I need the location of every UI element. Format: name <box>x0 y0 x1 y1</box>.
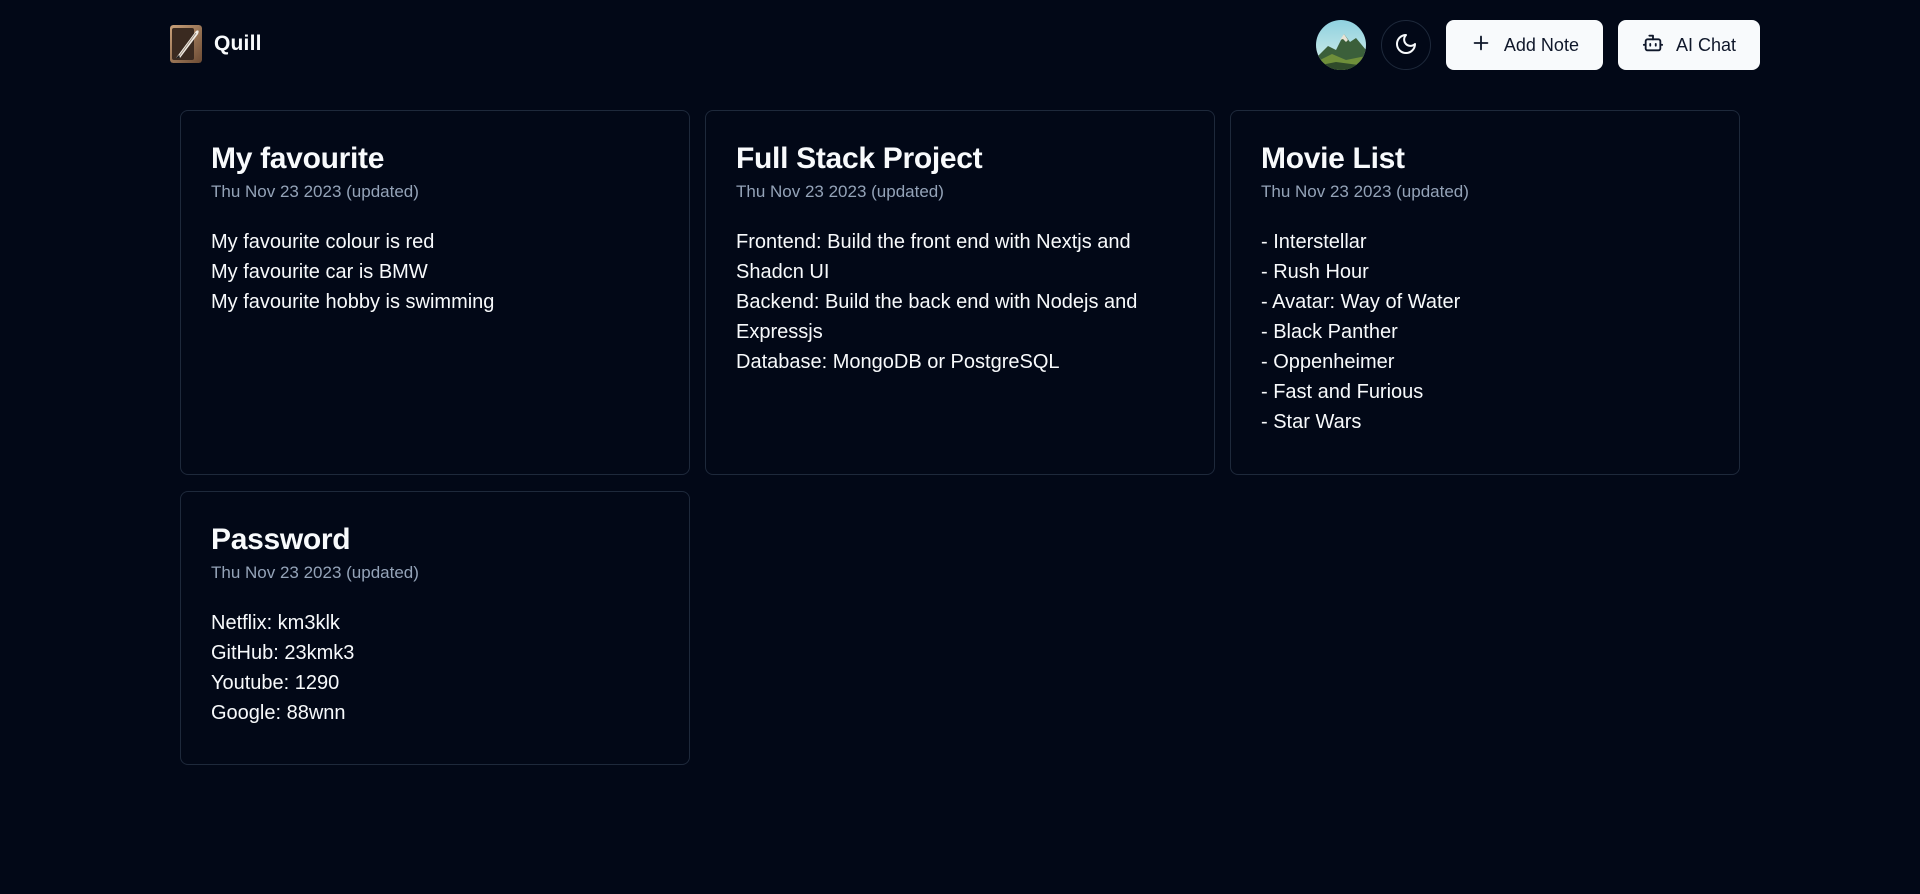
note-line: - Interstellar <box>1261 231 1367 253</box>
bot-icon <box>1642 32 1664 59</box>
note-line: Database: MongoDB or PostgreSQL <box>736 351 1060 373</box>
note-line: GitHub: 23kmk3 <box>211 642 355 664</box>
note-line: Youtube: 1290 <box>211 672 340 694</box>
note-line: - Rush Hour <box>1261 261 1369 283</box>
note-title: Password <box>211 523 351 556</box>
note-line: - Star Wars <box>1261 411 1362 433</box>
note-content: My favourite colour is red My favourite … <box>211 227 659 317</box>
note-card[interactable]: Movie List Thu Nov 23 2023 (updated) - I… <box>1230 110 1740 475</box>
note-line: My favourite car is BMW <box>211 261 428 283</box>
note-date: Thu Nov 23 2023 (updated) <box>211 182 419 201</box>
add-note-button[interactable]: Add Note <box>1445 20 1603 70</box>
note-title: Full Stack Project <box>736 142 983 175</box>
note-card[interactable]: My favourite Thu Nov 23 2023 (updated) M… <box>180 110 690 475</box>
note-line: My favourite colour is red <box>211 231 435 253</box>
note-line: Google: 88wnn <box>211 702 346 724</box>
top-navbar: Quill Add Note AI Chat <box>0 0 1920 90</box>
note-date: Thu Nov 23 2023 (updated) <box>1261 182 1469 201</box>
add-note-label: Add Note <box>1503 34 1579 55</box>
note-title: My favourite <box>211 142 385 175</box>
header-actions: Add Note AI Chat <box>1315 20 1760 70</box>
note-card[interactable]: Password Thu Nov 23 2023 (updated) Netfl… <box>180 491 690 765</box>
note-line: Expressjs <box>736 321 823 343</box>
note-content: Frontend: Build the front end with Nextj… <box>736 227 1184 377</box>
note-line: My favourite hobby is swimming <box>211 291 495 313</box>
quill-logo-icon <box>170 25 202 63</box>
notes-grid: My favourite Thu Nov 23 2023 (updated) M… <box>180 110 1740 765</box>
note-line: Frontend: Build the front end with Nextj… <box>736 231 1131 253</box>
ai-chat-button[interactable]: AI Chat <box>1617 20 1760 70</box>
brand-link[interactable]: Quill <box>170 25 262 63</box>
plus-icon <box>1470 32 1492 59</box>
note-line: - Black Panther <box>1261 321 1398 343</box>
notes-page: Quill Add Note AI Chat My favourite Thu … <box>0 0 1920 894</box>
note-title: Movie List <box>1261 142 1405 175</box>
note-line: - Fast and Furious <box>1261 381 1424 403</box>
note-content: - Interstellar - Rush Hour - Avatar: Way… <box>1261 227 1709 437</box>
ai-chat-label: AI Chat <box>1675 34 1736 55</box>
note-line: Netflix: km3klk <box>211 612 340 634</box>
note-line: - Oppenheimer <box>1261 351 1395 373</box>
app-name: Quill <box>214 32 262 55</box>
note-line: Backend: Build the back end with Nodejs … <box>736 291 1138 313</box>
note-card[interactable]: Full Stack Project Thu Nov 23 2023 (upda… <box>705 110 1215 475</box>
moon-icon <box>1394 32 1418 59</box>
note-date: Thu Nov 23 2023 (updated) <box>736 182 944 201</box>
theme-toggle-button[interactable] <box>1380 20 1431 70</box>
note-line: - Avatar: Way of Water <box>1261 291 1461 313</box>
note-line: Shadcn UI <box>736 261 830 283</box>
note-content: Netflix: km3klk GitHub: 23kmk3 Youtube: … <box>211 608 659 728</box>
user-avatar[interactable] <box>1315 20 1366 70</box>
note-date: Thu Nov 23 2023 (updated) <box>211 563 419 582</box>
